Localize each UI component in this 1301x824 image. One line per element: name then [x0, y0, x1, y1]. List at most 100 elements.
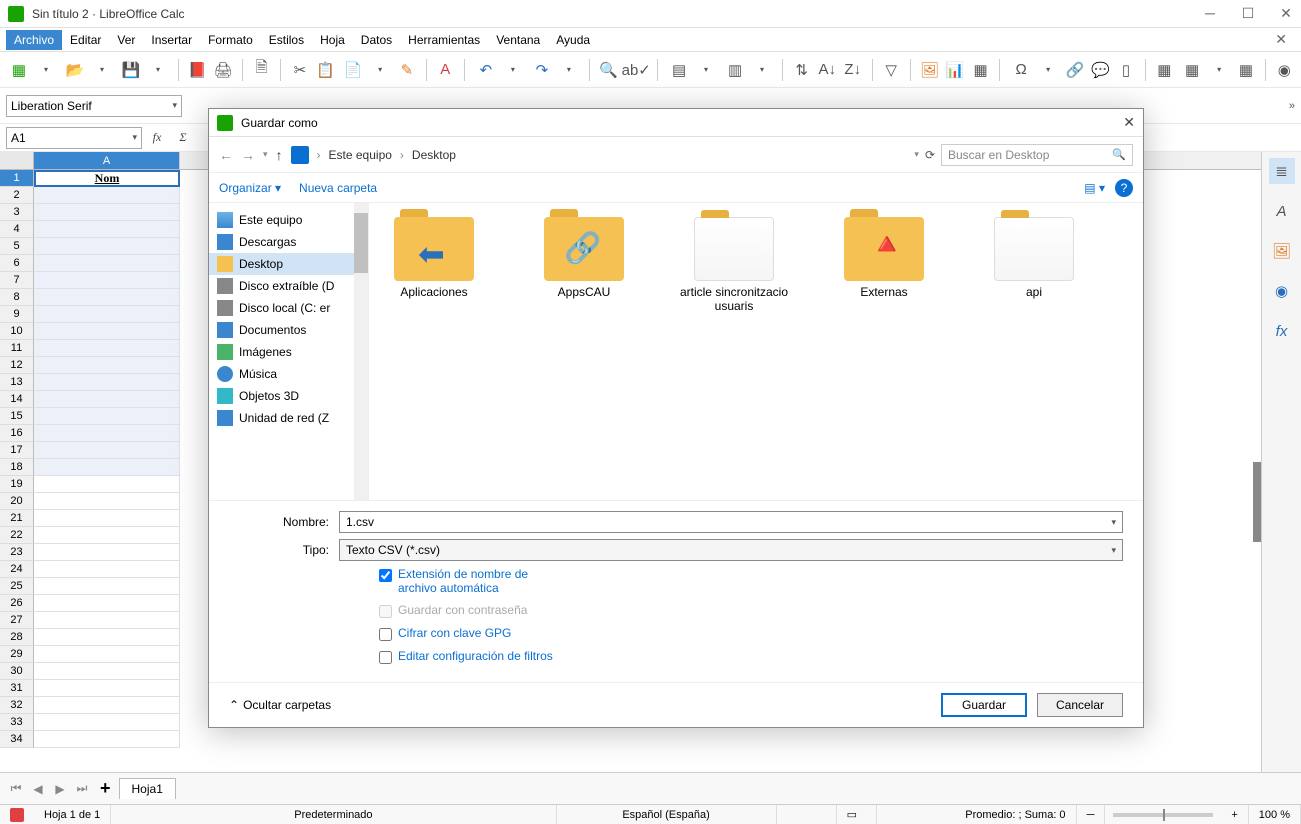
row-header[interactable]: 16 — [0, 425, 34, 442]
status-language[interactable]: Español (España) — [557, 805, 777, 824]
paste-dropdown[interactable] — [366, 57, 392, 83]
export-pdf-button[interactable]: 📕 — [187, 57, 209, 83]
cell[interactable] — [34, 408, 180, 425]
menu-datos[interactable]: Datos — [353, 30, 400, 50]
checkbox-auto-extension[interactable]: Extensión de nombre de archivo automátic… — [379, 567, 1123, 595]
tab-nav-next[interactable]: ▶ — [50, 779, 70, 799]
row-header[interactable]: 34 — [0, 731, 34, 748]
cell[interactable] — [34, 204, 180, 221]
status-insert-mode[interactable] — [777, 805, 837, 824]
cell[interactable] — [34, 238, 180, 255]
redo-button[interactable]: ↷ — [529, 57, 555, 83]
cell[interactable] — [34, 561, 180, 578]
cell[interactable] — [34, 187, 180, 204]
row-header[interactable]: 32 — [0, 697, 34, 714]
close-button[interactable]: ✕ — [1279, 5, 1293, 22]
row-header[interactable]: 17 — [0, 442, 34, 459]
column-button[interactable]: ▥ — [722, 57, 748, 83]
menu-hoja[interactable]: Hoja — [312, 30, 353, 50]
sidepanel-collapse-handle[interactable] — [1253, 462, 1261, 542]
row-header[interactable]: 7 — [0, 272, 34, 289]
tree-item[interactable]: Unidad de red (Z — [209, 407, 368, 429]
tree-scrollbar[interactable] — [354, 203, 368, 500]
new-dropdown[interactable] — [32, 57, 58, 83]
file-item[interactable]: AppsCAU — [529, 217, 639, 299]
status-style[interactable]: Predeterminado — [111, 805, 556, 824]
clone-format-button[interactable]: ✎ — [396, 57, 418, 83]
special-char-button[interactable]: Ω — [1008, 57, 1034, 83]
cell[interactable] — [34, 646, 180, 663]
toolbar-overflow-icon[interactable]: » — [1289, 100, 1295, 112]
find-button[interactable]: 🔍 — [598, 57, 620, 83]
row-header[interactable]: 12 — [0, 357, 34, 374]
freeze-button[interactable]: ▦ — [1179, 57, 1205, 83]
tree-item[interactable]: Descargas — [209, 231, 368, 253]
save-dropdown[interactable] — [144, 57, 170, 83]
cell[interactable] — [34, 595, 180, 612]
file-item[interactable]: article sincronitzacio usuaris — [679, 217, 789, 313]
cell[interactable] — [34, 374, 180, 391]
show-draw-button[interactable]: ◉ — [1274, 57, 1296, 83]
cell[interactable] — [34, 714, 180, 731]
menu-ventana[interactable]: Ventana — [488, 30, 548, 50]
spellcheck-button[interactable]: ab✓ — [623, 57, 649, 83]
cell[interactable] — [34, 306, 180, 323]
nav-up-icon[interactable]: ↑ — [276, 147, 283, 163]
filetype-select[interactable]: Texto CSV (*.csv) — [339, 539, 1123, 561]
cell[interactable] — [34, 425, 180, 442]
menu-editar[interactable]: Editar — [62, 30, 109, 50]
menu-ver[interactable]: Ver — [109, 30, 143, 50]
autofilter-button[interactable]: ▽ — [880, 57, 902, 83]
cell[interactable] — [34, 476, 180, 493]
cell[interactable] — [34, 578, 180, 595]
open-dropdown[interactable] — [88, 57, 114, 83]
row-header[interactable]: 5 — [0, 238, 34, 255]
tree-item[interactable]: Documentos — [209, 319, 368, 341]
dialog-close-icon[interactable]: ✕ — [1123, 114, 1135, 131]
cancel-button[interactable]: Cancelar — [1037, 693, 1123, 717]
cell[interactable] — [34, 510, 180, 527]
breadcrumb-desktop[interactable]: Desktop — [412, 148, 456, 162]
header-footer-button[interactable]: ▯ — [1115, 57, 1137, 83]
sort-desc-button[interactable]: Z↓ — [842, 57, 864, 83]
status-selection-mode[interactable]: ▭ — [837, 805, 877, 824]
row-header[interactable]: 19 — [0, 476, 34, 493]
cell[interactable] — [34, 680, 180, 697]
checkbox-gpg[interactable]: Cifrar con clave GPG — [379, 626, 1123, 641]
paste-button[interactable]: 📄 — [340, 57, 366, 83]
file-item[interactable]: api — [979, 217, 1089, 299]
sort-asc-button[interactable]: A↓ — [816, 57, 838, 83]
breadcrumb-este-equipo[interactable]: Este equipo — [329, 148, 392, 162]
row-header[interactable]: 15 — [0, 408, 34, 425]
row-header[interactable]: 14 — [0, 391, 34, 408]
redo-dropdown[interactable] — [555, 57, 581, 83]
row-header[interactable]: 28 — [0, 629, 34, 646]
help-icon[interactable]: ? — [1115, 179, 1133, 197]
row-header[interactable]: 8 — [0, 289, 34, 306]
undo-button[interactable]: ↶ — [473, 57, 499, 83]
cell[interactable] — [34, 442, 180, 459]
print-button[interactable]: 🖨 — [212, 57, 234, 83]
view-mode-button[interactable]: ▤ ▾ — [1084, 181, 1105, 195]
row-header[interactable]: 21 — [0, 510, 34, 527]
cell[interactable] — [34, 731, 180, 748]
hide-folders-toggle[interactable]: ⌃ Ocultar carpetas — [229, 698, 331, 712]
row-header[interactable]: 6 — [0, 255, 34, 272]
cell[interactable] — [34, 459, 180, 476]
tree-item[interactable]: Disco local (C: er — [209, 297, 368, 319]
file-list[interactable]: AplicacionesAppsCAUarticle sincronitzaci… — [369, 203, 1143, 500]
row-header[interactable]: 1 — [0, 170, 34, 187]
cut-button[interactable]: ✂ — [289, 57, 311, 83]
row-header[interactable]: 23 — [0, 544, 34, 561]
document-close-icon[interactable]: ✕ — [1275, 31, 1287, 48]
function-wizard-button[interactable]: fx — [146, 127, 168, 149]
row-header[interactable]: 22 — [0, 527, 34, 544]
sheet-tab-hoja1[interactable]: Hoja1 — [119, 778, 176, 799]
select-all-corner[interactable] — [0, 152, 34, 169]
insert-image-button[interactable]: 🖼 — [919, 57, 941, 83]
checkbox-filter-settings[interactable]: Editar configuración de filtros — [379, 649, 1123, 664]
define-range-button[interactable]: ▦ — [1154, 57, 1176, 83]
sidepanel-navigator-button[interactable]: ◉ — [1269, 278, 1295, 304]
cell[interactable] — [34, 323, 180, 340]
sort-button[interactable]: ⇅ — [791, 57, 813, 83]
